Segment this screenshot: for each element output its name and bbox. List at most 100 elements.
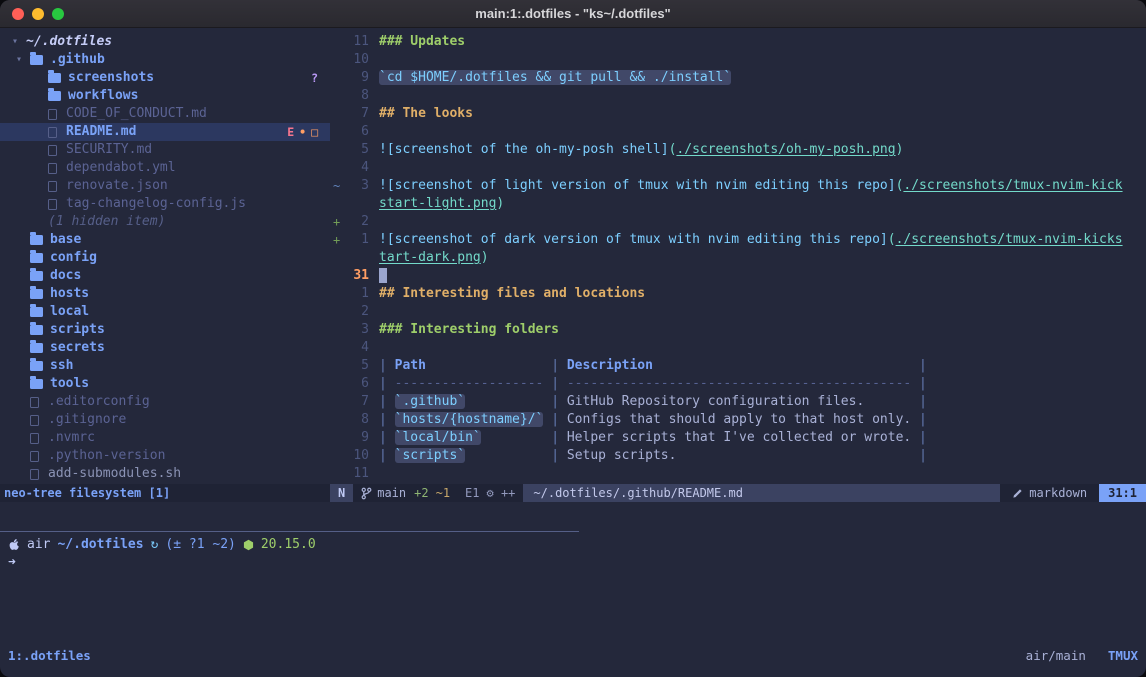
editor-line[interactable]: 4 <box>330 159 1146 177</box>
unsaved-square-badge: □ <box>311 123 318 141</box>
chevron-down-icon[interactable]: ▾ <box>16 51 30 69</box>
editor-line[interactable]: 8| `hosts/{hostname}/` | Configs that sh… <box>330 411 1146 429</box>
editor-line[interactable]: start-light.png) <box>330 195 1146 213</box>
tree-item-editorconfig[interactable]: .editorconfig <box>0 393 330 411</box>
text-segment: ----------------------------------------… <box>567 376 911 391</box>
titlebar: main:1:.dotfiles - "ks~/.dotfiles" <box>0 0 1146 28</box>
editor-line[interactable]: 5![screenshot of the oh-my-posh shell](.… <box>330 141 1146 159</box>
diff-added: +2 <box>414 484 435 502</box>
editor-line[interactable]: 11 <box>330 465 1146 483</box>
editor-line[interactable]: 3### Interesting folders <box>330 321 1146 339</box>
modified-dot-badge: • <box>299 123 306 141</box>
editor-line[interactable]: 1## Interesting files and locations <box>330 285 1146 303</box>
minimize-button[interactable] <box>32 8 44 20</box>
editor-line[interactable]: +2 <box>330 213 1146 231</box>
editor-line[interactable]: 6 <box>330 123 1146 141</box>
editor-line[interactable]: 10| `scripts` | Setup scripts. | <box>330 447 1146 465</box>
line-content <box>369 465 379 483</box>
zoom-button[interactable] <box>52 8 64 20</box>
tree-item-secrets[interactable]: secrets <box>0 339 330 357</box>
editor-line[interactable]: ~3![screenshot of light version of tmux … <box>330 177 1146 195</box>
editor-line[interactable]: tart-dark.png) <box>330 249 1146 267</box>
tree-item-readme-md[interactable]: README.mdE•□ <box>0 123 330 141</box>
chevron-down-icon[interactable]: ▾ <box>12 33 26 51</box>
line-number: 4 <box>343 159 369 177</box>
tree-item-docs[interactable]: docs <box>0 267 330 285</box>
vim-mode-indicator: N <box>330 484 353 502</box>
close-button[interactable] <box>12 8 24 20</box>
line-content: | Path | Description | <box>369 357 927 375</box>
neotree-status: neo-tree filesystem [1] <box>0 484 330 502</box>
editor-line[interactable]: 6| ------------------- | ---------------… <box>330 375 1146 393</box>
editor-line[interactable]: 11### Updates <box>330 33 1146 51</box>
editor-pane[interactable]: 11### Updates109`cd $HOME/.dotfiles && g… <box>330 29 1146 484</box>
tree-item-hosts[interactable]: hosts <box>0 285 330 303</box>
tmux-window-name[interactable]: 1:.dotfiles <box>8 648 91 663</box>
neotree-panel[interactable]: ▾~/.dotfiles▾.githubscreenshots?workflow… <box>0 29 330 484</box>
tree-item-dotfiles[interactable]: ▾~/.dotfiles <box>0 33 330 51</box>
editor-line[interactable]: 2 <box>330 303 1146 321</box>
editor-line[interactable]: 10 <box>330 51 1146 69</box>
line-content: tart-dark.png) <box>369 249 489 267</box>
editor-line[interactable]: 5| Path | Description | <box>330 357 1146 375</box>
plugin-updates: ⚙ ++ <box>487 484 524 502</box>
tree-item-add-submodules-sh[interactable]: add-submodules.sh <box>0 465 330 483</box>
tree-item-tools[interactable]: tools <box>0 375 330 393</box>
editor-line[interactable]: 4 <box>330 339 1146 357</box>
text-segment: | <box>911 448 927 463</box>
text-segment: `.github` <box>395 394 465 409</box>
tree-item-label: ~/.dotfiles <box>26 33 112 51</box>
text-segment: ------------------- <box>395 376 544 391</box>
text-segment: ### Interesting folders <box>379 322 559 337</box>
tree-item-base[interactable]: base <box>0 231 330 249</box>
tree-item-security-md[interactable]: SECURITY.md <box>0 141 330 159</box>
tree-item-scripts[interactable]: scripts <box>0 321 330 339</box>
line-content: | `local/bin` | Helper scripts that I've… <box>369 429 927 447</box>
tree-item-local[interactable]: local <box>0 303 330 321</box>
tree-item-label: scripts <box>50 321 105 339</box>
tree-item-1-hidden-item[interactable]: (1 hidden item) <box>0 213 330 231</box>
text-segment <box>481 430 544 445</box>
tree-item-config[interactable]: config <box>0 249 330 267</box>
line-number: 4 <box>343 339 369 357</box>
tree-item-label: SECURITY.md <box>66 141 152 159</box>
editor-line-current[interactable]: 31 <box>330 267 1146 285</box>
item-badges: ? <box>311 69 318 87</box>
text-segment <box>465 448 543 463</box>
file-icon <box>48 145 57 156</box>
tree-item-screenshots[interactable]: screenshots? <box>0 69 330 87</box>
text-segment: | <box>543 430 566 445</box>
editor-line[interactable]: 9`cd $HOME/.dotfiles && git pull && ./in… <box>330 69 1146 87</box>
tree-item-python-version[interactable]: .python-version <box>0 447 330 465</box>
item-badges: E • □ <box>287 123 318 141</box>
line-content: ## The looks <box>369 105 473 123</box>
tree-item-ssh[interactable]: ssh <box>0 357 330 375</box>
file-icon <box>30 433 39 444</box>
gitsign-none <box>330 123 343 141</box>
diagnostic-error-badge: E <box>287 123 294 141</box>
tree-item-dependabot-yml[interactable]: dependabot.yml <box>0 159 330 177</box>
shell-pane[interactable]: air ~/.dotfiles ↻ (± ?1 ~2) 20.15.0 ➜ <box>0 502 1146 645</box>
tree-item-nvmrc[interactable]: .nvmrc <box>0 429 330 447</box>
tree-item-workflows[interactable]: workflows <box>0 87 330 105</box>
line-content: ![screenshot of dark version of tmux wit… <box>369 231 1123 249</box>
tree-item-gitignore[interactable]: .gitignore <box>0 411 330 429</box>
line-content: ### Updates <box>369 33 465 51</box>
editor-line[interactable]: 7| `.github` | GitHub Repository configu… <box>330 393 1146 411</box>
editor-line[interactable]: 9| `local/bin` | Helper scripts that I'v… <box>330 429 1146 447</box>
tree-item-renovate-json[interactable]: renovate.json <box>0 177 330 195</box>
file-icon <box>48 181 57 192</box>
editor-line[interactable]: 7## The looks <box>330 105 1146 123</box>
text-segment: ## The looks <box>379 106 473 121</box>
editor-line[interactable]: +1![screenshot of dark version of tmux w… <box>330 231 1146 249</box>
tree-item-tag-changelog-config-js[interactable]: tag-changelog-config.js <box>0 195 330 213</box>
editor-line[interactable]: 8 <box>330 87 1146 105</box>
tmux-pane-border <box>0 531 579 532</box>
tree-item-github[interactable]: ▾.github <box>0 51 330 69</box>
tree-item-code-of-conduct-md[interactable]: CODE_OF_CONDUCT.md <box>0 105 330 123</box>
prompt-input-line[interactable]: ➜ <box>8 555 16 570</box>
line-content: | `hosts/{hostname}/` | Configs that sho… <box>369 411 927 429</box>
gitsign-none <box>330 141 343 159</box>
line-content: | `scripts` | Setup scripts. | <box>369 447 927 465</box>
filetype-label: markdown <box>1029 486 1087 500</box>
